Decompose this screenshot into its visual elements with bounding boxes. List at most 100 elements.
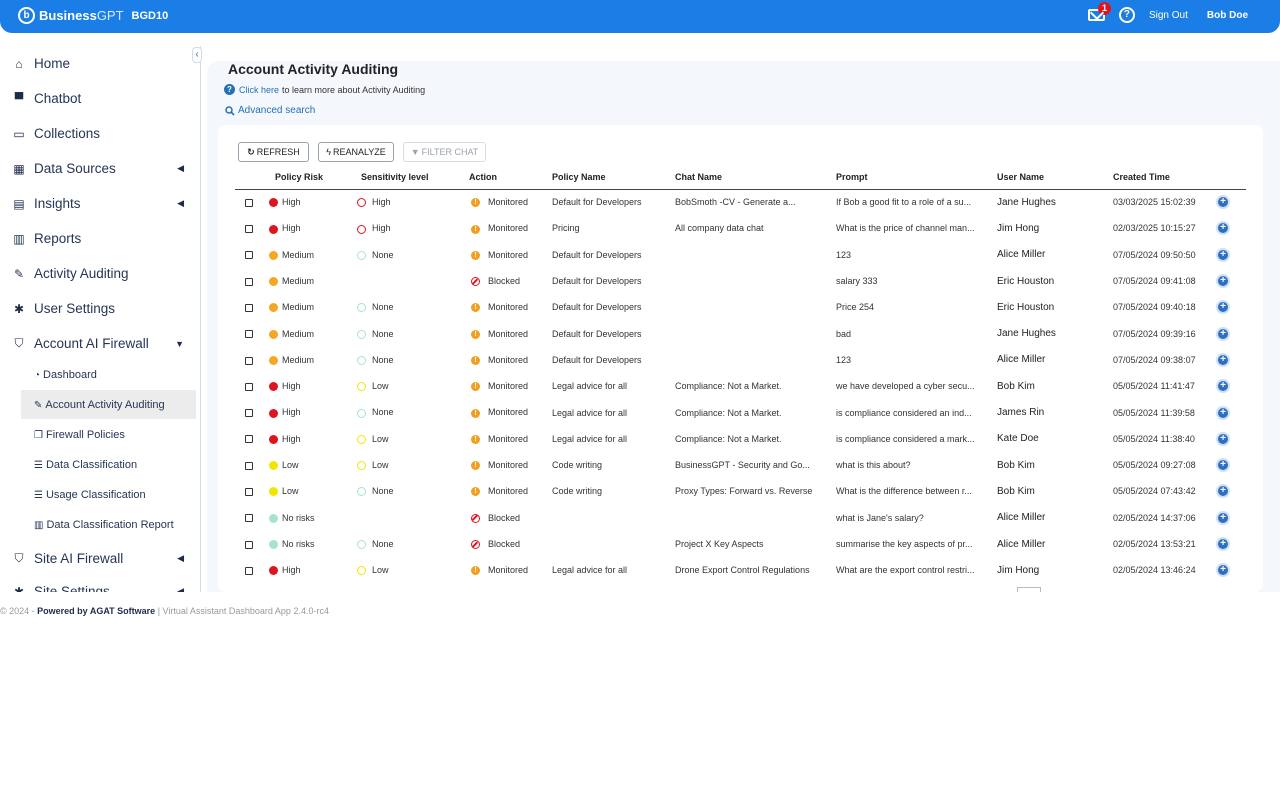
table-row[interactable]: High None! Monitored Legal advice for all Co… bbox=[235, 399, 1246, 425]
expand-plus-icon[interactable]: + bbox=[1216, 431, 1230, 446]
table-row[interactable]: High High! Monitored Default for Developers… bbox=[235, 189, 1246, 215]
sidebar-item-insights[interactable]: ▤ Insights ◀ bbox=[12, 196, 192, 211]
column-header[interactable]: User Name bbox=[989, 165, 1108, 190]
subitem-data-classification[interactable]: ☰ Data Classification bbox=[34, 459, 137, 471]
chat-name[interactable]: BusinessGPT - Security and Go... bbox=[669, 452, 830, 478]
row-expand-cell[interactable]: + bbox=[1216, 505, 1246, 531]
row-select-cell[interactable] bbox=[235, 452, 269, 478]
row-checkbox[interactable] bbox=[245, 488, 253, 497]
advanced-search-link[interactable]: Advanced search bbox=[225, 105, 315, 116]
row-expand-cell[interactable]: + bbox=[1216, 557, 1246, 583]
expand-plus-icon[interactable]: + bbox=[1216, 405, 1230, 420]
table-row[interactable]: High Low! Monitored Legal advice for all Com… bbox=[235, 373, 1246, 399]
row-select-cell[interactable] bbox=[235, 242, 269, 268]
sidebar-item-site-ai-firewall[interactable]: ⛉ Site AI Firewall ◀ bbox=[12, 551, 192, 566]
expand-plus-icon[interactable]: + bbox=[1216, 247, 1230, 262]
pagination-stub[interactable] bbox=[1017, 587, 1041, 592]
expand-plus-icon[interactable]: + bbox=[1216, 537, 1230, 551]
row-expand-cell[interactable]: + bbox=[1216, 478, 1246, 504]
help-link[interactable]: Click here bbox=[239, 85, 279, 95]
chat-name[interactable]: BobSmoth -CV - Generate a... bbox=[669, 189, 830, 215]
chat-name[interactable] bbox=[669, 505, 830, 531]
expand-plus-icon[interactable]: + bbox=[1216, 195, 1230, 210]
row-checkbox[interactable] bbox=[245, 435, 253, 444]
row-checkbox[interactable] bbox=[245, 461, 253, 470]
table-row[interactable]: No risks Blocked what is Jane's salary? Ali… bbox=[235, 505, 1246, 531]
chat-name[interactable]: All company data chat bbox=[669, 215, 830, 241]
column-header[interactable]: Action bbox=[463, 165, 547, 190]
footer-powered-by[interactable]: Powered by AGAT Software bbox=[37, 606, 155, 616]
brand[interactable]: b Business GPT BGD10 bbox=[18, 7, 168, 24]
row-checkbox[interactable] bbox=[245, 199, 253, 208]
sidebar-item-chatbot[interactable]: ▀ Chatbot bbox=[12, 91, 192, 106]
sidebar-item-data-sources[interactable]: ▦ Data Sources ◀ bbox=[12, 161, 192, 176]
row-select-cell[interactable] bbox=[235, 373, 269, 399]
row-expand-cell[interactable]: + bbox=[1216, 215, 1246, 241]
column-header[interactable]: Policy Risk bbox=[269, 165, 355, 190]
chat-name[interactable]: Project X Key Aspects bbox=[669, 531, 830, 557]
row-select-cell[interactable] bbox=[235, 399, 269, 425]
chat-name[interactable] bbox=[669, 242, 830, 268]
row-select-cell[interactable] bbox=[235, 505, 269, 531]
sign-out-link[interactable]: Sign Out bbox=[1149, 10, 1188, 21]
row-checkbox[interactable] bbox=[245, 409, 253, 418]
filter-chat-button[interactable]: ▼ FILTER CHAT bbox=[403, 142, 486, 162]
row-select-cell[interactable] bbox=[235, 320, 269, 346]
row-select-cell[interactable] bbox=[235, 294, 269, 320]
table-row[interactable]: Medium None! Monitored Default for Develope… bbox=[235, 347, 1246, 373]
subitem-account-activity-auditing[interactable]: ✎ Account Activity Auditing bbox=[34, 399, 165, 411]
expand-plus-icon[interactable]: + bbox=[1216, 221, 1230, 236]
row-checkbox[interactable] bbox=[245, 251, 253, 260]
help-icon[interactable]: ? bbox=[1118, 7, 1135, 23]
chat-name[interactable]: Compliance: Not a Market. bbox=[669, 426, 830, 452]
row-select-cell[interactable] bbox=[235, 215, 269, 241]
column-header[interactable]: Policy Name bbox=[547, 165, 669, 190]
table-row[interactable]: High Low! Monitored Legal advice for all Com… bbox=[235, 426, 1246, 452]
table-row[interactable]: Medium None! Monitored Default for Develope… bbox=[235, 242, 1246, 268]
chat-name[interactable] bbox=[669, 268, 830, 294]
sidebar-item-home[interactable]: ⌂ Home bbox=[12, 56, 192, 71]
expand-plus-icon[interactable]: + bbox=[1216, 563, 1230, 578]
table-row[interactable]: Medium None! Monitored Default for Develope… bbox=[235, 320, 1246, 346]
table-row[interactable]: Medium Blocked Default for Developers salar… bbox=[235, 268, 1246, 294]
sidebar-item-reports[interactable]: ▥ Reports bbox=[12, 231, 192, 246]
reanalyze-button[interactable]: ϟ REANALYZE bbox=[318, 142, 394, 162]
subitem-dashboard[interactable]: ◔ Dashboard bbox=[34, 369, 97, 381]
row-checkbox[interactable] bbox=[245, 330, 253, 339]
column-header[interactable]: Created Time bbox=[1108, 165, 1216, 190]
expand-plus-icon[interactable]: + bbox=[1216, 379, 1230, 394]
sidebar-item-activity-auditing[interactable]: ✎ Activity Auditing bbox=[12, 266, 192, 281]
row-expand-cell[interactable]: + bbox=[1216, 373, 1246, 399]
row-checkbox[interactable] bbox=[245, 356, 253, 365]
chat-name[interactable] bbox=[669, 294, 830, 320]
row-select-cell[interactable] bbox=[235, 426, 269, 452]
row-checkbox[interactable] bbox=[245, 540, 253, 549]
chat-name[interactable]: Proxy Types: Forward vs. Reverse bbox=[669, 478, 830, 504]
expand-plus-icon[interactable]: + bbox=[1216, 510, 1230, 525]
subitem-data-classification-report[interactable]: ▥ Data Classification Report bbox=[34, 519, 174, 531]
row-select-cell[interactable] bbox=[235, 557, 269, 583]
row-select-cell[interactable] bbox=[235, 531, 269, 557]
user-name[interactable]: Bob Doe bbox=[1207, 10, 1248, 21]
row-expand-cell[interactable]: + bbox=[1216, 426, 1246, 452]
row-checkbox[interactable] bbox=[245, 225, 253, 234]
table-row[interactable]: Low Low! Monitored Code writing BusinessGPT … bbox=[235, 452, 1246, 478]
row-expand-cell[interactable]: + bbox=[1216, 320, 1246, 346]
chat-name[interactable] bbox=[669, 347, 830, 373]
table-row[interactable]: High High! Monitored Pricing All company dat… bbox=[235, 215, 1246, 241]
chat-name[interactable]: Compliance: Not a Market. bbox=[669, 399, 830, 425]
row-expand-cell[interactable]: + bbox=[1216, 268, 1246, 294]
sidebar-collapse-button[interactable]: ‹ bbox=[192, 47, 202, 63]
table-row[interactable]: Medium None! Monitored Default for Develope… bbox=[235, 294, 1246, 320]
row-expand-cell[interactable]: + bbox=[1216, 347, 1246, 373]
row-expand-cell[interactable]: + bbox=[1216, 242, 1246, 268]
expand-plus-icon[interactable]: + bbox=[1216, 352, 1230, 367]
row-select-cell[interactable] bbox=[235, 189, 269, 215]
subitem-firewall-policies[interactable]: ❐ Firewall Policies bbox=[34, 429, 125, 441]
expand-plus-icon[interactable]: + bbox=[1216, 300, 1230, 315]
row-select-cell[interactable] bbox=[235, 268, 269, 294]
chat-name[interactable] bbox=[669, 320, 830, 346]
sidebar-item-site-settings[interactable]: ✱ Site Settings ◀ bbox=[12, 584, 192, 592]
row-expand-cell[interactable]: + bbox=[1216, 452, 1246, 478]
sidebar-item-collections[interactable]: ▭ Collections bbox=[12, 126, 192, 141]
